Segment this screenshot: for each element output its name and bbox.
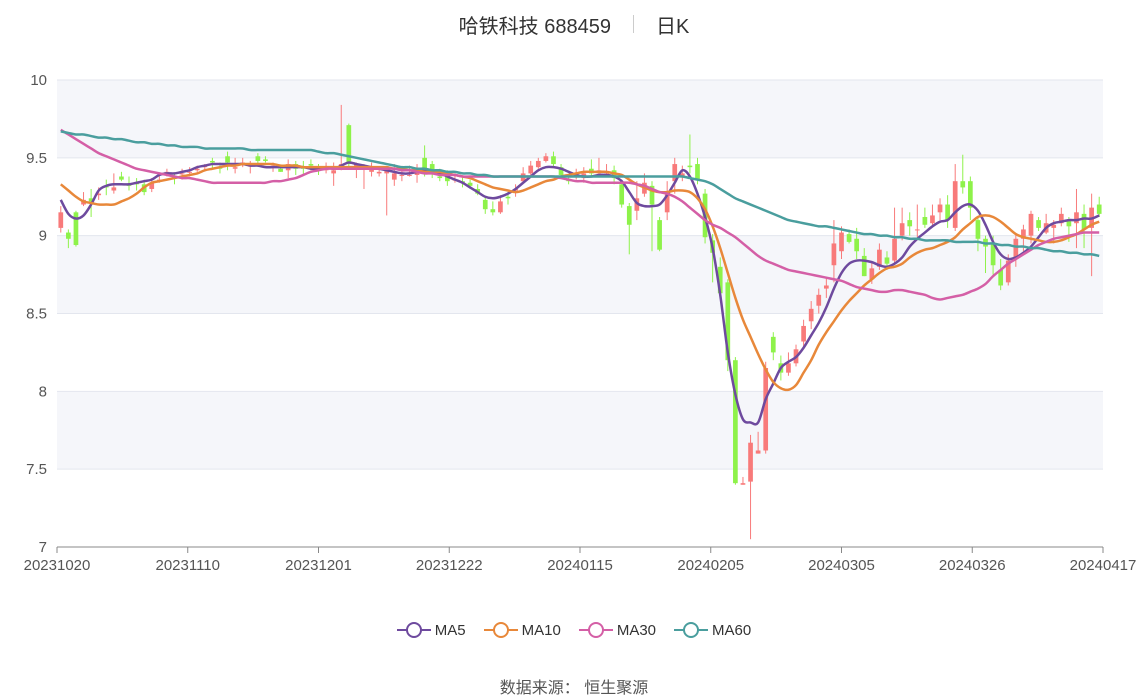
y-tick-label: 9 — [39, 228, 47, 245]
x-tick-label: 20240115 — [547, 557, 613, 574]
candle-up — [808, 308, 814, 322]
candle-up — [831, 243, 837, 266]
candle-down — [66, 232, 71, 239]
candle-up — [399, 174, 405, 176]
candle-up — [839, 232, 844, 252]
candle-down — [907, 220, 913, 227]
legend-marker-ma60-icon — [674, 622, 709, 638]
legend-marker-ma10-icon — [483, 622, 518, 638]
candle-down — [225, 156, 230, 163]
candle-down — [626, 206, 632, 225]
candle-down — [657, 220, 662, 250]
candle-up — [755, 450, 761, 454]
candle-up — [748, 442, 753, 482]
candle-up — [892, 238, 897, 261]
candle-down — [884, 257, 890, 264]
candle-down — [437, 176, 443, 179]
legend-marker-ma5-icon — [396, 622, 431, 638]
candle-up — [376, 171, 382, 174]
candle-down — [619, 184, 625, 205]
candle-up — [930, 215, 935, 224]
candle-down — [1036, 220, 1041, 228]
y-tick-label: 10 — [30, 72, 47, 89]
candle-up — [498, 201, 503, 213]
candle-up — [937, 204, 943, 213]
candle-up — [1028, 213, 1034, 236]
plot-band — [57, 391, 1103, 470]
legend-item-ma60[interactable]: MA60 — [674, 620, 751, 640]
data-source: 数据来源： 恒生聚源 — [0, 674, 1148, 698]
x-tick-label: 20231020 — [24, 557, 91, 574]
candle-down — [922, 216, 928, 225]
x-tick-label: 20231222 — [416, 557, 483, 574]
legend-marker-ma30-icon — [578, 622, 613, 638]
y-tick-label: 8 — [39, 383, 47, 400]
candle-down — [308, 164, 314, 166]
candle-up — [952, 181, 958, 228]
candle-up — [786, 363, 791, 373]
x-tick-label: 20231201 — [285, 557, 352, 574]
candle-up — [179, 173, 185, 175]
candle-up — [801, 325, 806, 342]
candle-down — [975, 220, 981, 239]
y-tick-label: 7 — [39, 539, 47, 556]
candle-up — [111, 187, 117, 191]
candle-up — [543, 156, 549, 161]
x-tick-label: 20240417 — [1070, 557, 1137, 574]
candle-up — [331, 170, 337, 174]
candle-down — [482, 199, 488, 210]
candle-up — [535, 160, 541, 168]
candle-down — [695, 164, 700, 180]
legend-item-ma5[interactable]: MA5 — [396, 620, 466, 640]
legend-label-ma30: MA30 — [616, 621, 657, 639]
candle-down — [210, 160, 215, 163]
x-tick-label: 20240205 — [677, 557, 744, 574]
legend-label-ma10: MA10 — [521, 621, 561, 639]
plot-band — [57, 235, 1103, 314]
source-value: 恒生聚源 — [584, 680, 649, 697]
candle-down — [505, 196, 511, 199]
candle-down — [119, 176, 124, 180]
candle-down — [770, 336, 776, 353]
y-tick-label: 8.5 — [26, 306, 47, 323]
y-tick-label: 9.5 — [26, 150, 47, 167]
legend-item-ma10[interactable]: MA10 — [483, 620, 561, 640]
candle-down — [346, 125, 352, 165]
candle-up — [528, 165, 534, 174]
candle-down — [255, 156, 261, 161]
candle-down — [1096, 204, 1102, 214]
candle-down — [733, 360, 738, 484]
candle-up — [823, 285, 829, 289]
candle-up — [391, 173, 397, 180]
legend-item-ma30[interactable]: MA30 — [578, 620, 657, 640]
candle-down — [551, 156, 556, 165]
candle-down — [854, 238, 860, 252]
x-tick-label: 20240305 — [808, 557, 875, 574]
candlestick-chart: 10 9.5 9 8.5 8 7.5 720231020 20231110 20231201 20… — [24, 72, 1137, 574]
candle-down — [687, 165, 693, 168]
source-label: 数据来源： — [499, 680, 580, 697]
x-tick-label: 20240326 — [939, 557, 1006, 574]
candle-up — [232, 167, 238, 169]
candle-up — [407, 174, 412, 176]
candle-up — [740, 483, 746, 485]
candle-down — [263, 159, 268, 161]
candle-up — [763, 367, 769, 451]
legend-label-ma5: MA5 — [434, 621, 466, 639]
candle-up — [816, 294, 822, 306]
plot-band — [57, 80, 1103, 158]
candle-up — [914, 229, 920, 231]
candle-down — [278, 168, 283, 172]
candle-up — [1074, 212, 1079, 224]
legend-label-ma60: MA60 — [712, 621, 752, 639]
legend: MA5 MA10 MA30 MA60 — [0, 620, 1148, 640]
x-tick-label: 20231110 — [155, 557, 220, 574]
candle-down — [960, 181, 966, 188]
candle-down — [846, 234, 852, 242]
candle-down — [490, 209, 496, 213]
candle-down — [861, 255, 867, 277]
candle-up — [58, 212, 64, 228]
candle-up — [899, 223, 905, 236]
y-tick-label: 7.5 — [26, 461, 47, 478]
